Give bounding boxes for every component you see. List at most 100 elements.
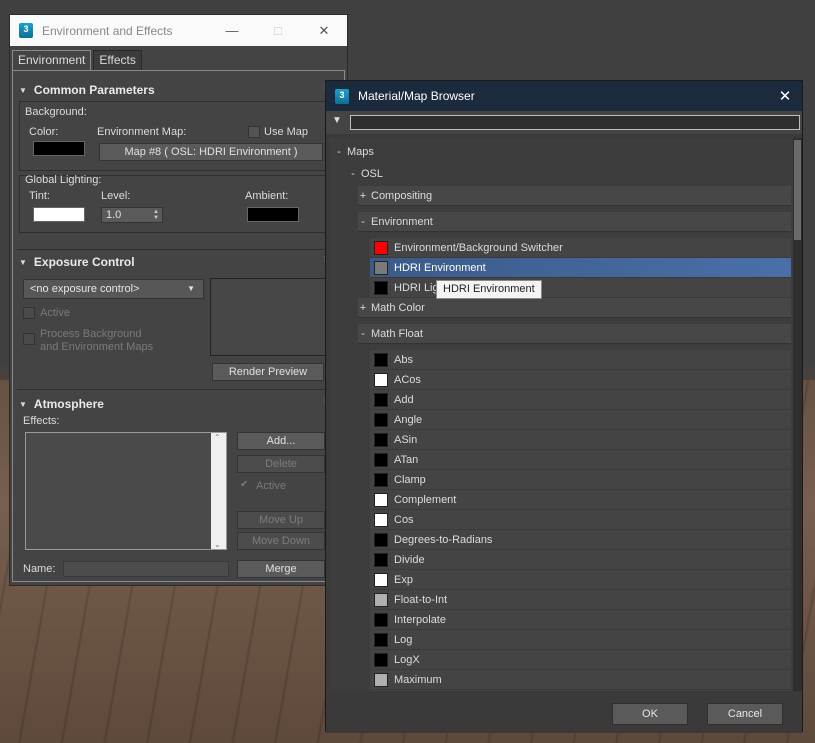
browser-scrollbar[interactable] — [793, 138, 802, 691]
level-spinner[interactable]: 1.0 ▲ ▼ — [101, 207, 163, 223]
map-list-item[interactable]: Exp — [370, 570, 791, 590]
map-thumbnail-icon — [374, 593, 388, 607]
effects-scrollbar[interactable]: ⌃ ⌄ — [211, 433, 226, 549]
map-thumbnail-icon — [374, 261, 388, 275]
environment-map-button[interactable]: Map #8 ( OSL: HDRI Environment ) — [99, 143, 323, 161]
env-window-title: Environment and Effects — [42, 23, 173, 38]
map-item-label: Exp — [394, 574, 413, 586]
cancel-button[interactable]: Cancel — [707, 703, 783, 725]
map-item-label: LogX — [394, 654, 420, 666]
process-background-checkbox[interactable] — [23, 333, 35, 345]
browser-title-bar[interactable]: 3 Material/Map Browser ✕ — [326, 81, 802, 111]
process-environment-label: and Environment Maps — [40, 341, 154, 353]
map-list-item[interactable]: Angle — [370, 410, 791, 430]
collapse-icon[interactable]: - — [348, 164, 358, 184]
tab-effects[interactable]: Effects — [93, 50, 142, 70]
map-item-label: Environment/Background Switcher — [394, 242, 563, 254]
map-list-item[interactable]: Abs — [370, 350, 791, 370]
collapse-triangle-icon: ▼ — [19, 85, 27, 95]
move-down-button[interactable]: Move Down — [237, 532, 325, 550]
chevron-down-icon: ▼ — [187, 284, 195, 293]
map-item-label: Interpolate — [394, 614, 446, 626]
collapse-icon[interactable]: - — [334, 142, 344, 162]
minimize-button[interactable]: — — [209, 15, 255, 46]
tree-category-math-float[interactable]: - Math Float — [358, 324, 791, 344]
close-button[interactable]: ✕ — [301, 15, 347, 46]
tree-category-maps[interactable]: - Maps — [334, 142, 791, 162]
map-item-label: ASin — [394, 434, 418, 446]
exposure-control-dropdown[interactable]: <no exposure control> ▼ — [23, 279, 204, 299]
map-list-item[interactable]: Complement — [370, 490, 791, 510]
map-item-label: Log — [394, 634, 413, 646]
tab-environment[interactable]: Environment — [12, 50, 92, 70]
process-background-label: Process Background — [40, 328, 142, 340]
expand-icon[interactable]: + — [358, 298, 368, 318]
map-list-item[interactable]: Degrees-to-Radians — [370, 530, 791, 550]
tooltip: HDRI Environment — [436, 280, 542, 299]
browser-scroll-thumb[interactable] — [794, 140, 801, 240]
max-app-icon: 3 — [19, 23, 33, 38]
close-icon[interactable]: ✕ — [768, 87, 802, 105]
tree-category-math-color[interactable]: + Math Color — [358, 298, 791, 318]
merge-button[interactable]: Merge — [237, 560, 325, 578]
map-list-item[interactable]: Add — [370, 390, 791, 410]
ok-button[interactable]: OK — [612, 703, 688, 725]
expand-icon[interactable]: + — [358, 186, 368, 206]
scroll-down-icon[interactable]: ⌄ — [214, 540, 221, 549]
map-list-item[interactable]: HDRI Lights — [370, 278, 791, 298]
background-color-swatch[interactable] — [33, 141, 85, 156]
add-effect-button[interactable]: Add... — [237, 432, 325, 450]
exposure-dropdown-value: <no exposure control> — [30, 283, 140, 295]
map-list-item[interactable]: Environment/Background Switcher — [370, 238, 791, 258]
map-thumbnail-icon — [374, 413, 388, 427]
common-parameters-rollout-header[interactable]: ▼ Common Parameters — [19, 80, 339, 100]
rollout-separator — [17, 389, 341, 390]
tree-category-compositing[interactable]: + Compositing — [358, 186, 791, 206]
browser-search-input[interactable] — [350, 115, 800, 130]
map-list-item[interactable]: Log — [370, 630, 791, 650]
map-list-item[interactable]: Divide — [370, 550, 791, 570]
env-title-bar[interactable]: 3 Environment and Effects — □ ✕ — [10, 15, 347, 46]
tree-category-osl[interactable]: - OSL — [348, 164, 791, 184]
map-item-label: Cos — [394, 514, 414, 526]
move-up-button[interactable]: Move Up — [237, 511, 325, 529]
map-list-item[interactable]: Float-to-Int — [370, 590, 791, 610]
delete-effect-button[interactable]: Delete — [237, 455, 325, 473]
map-list-item[interactable]: Clamp — [370, 470, 791, 490]
exposure-active-checkbox[interactable] — [23, 307, 35, 319]
map-thumbnail-icon — [374, 613, 388, 627]
map-thumbnail-icon — [374, 353, 388, 367]
map-list-item[interactable]: Maximum — [370, 670, 791, 690]
map-thumbnail-icon — [374, 493, 388, 507]
map-list-item[interactable]: LogX — [370, 650, 791, 670]
browser-tree: - Maps - OSL + Compositing - Environment Environ… — [329, 138, 793, 691]
spinner-arrows-icon[interactable]: ▲ ▼ — [153, 209, 159, 221]
atmosphere-rollout-header[interactable]: ▼ Atmosphere — [19, 394, 339, 414]
map-item-label: Float-to-Int — [394, 594, 448, 606]
max-app-icon: 3 — [335, 88, 349, 104]
map-list-item[interactable]: Cos — [370, 510, 791, 530]
effect-name-input[interactable] — [63, 561, 229, 577]
map-list-item[interactable]: HDRI Environment — [370, 258, 791, 278]
atmosphere-active-label[interactable]: Active — [256, 480, 286, 492]
tree-category-label: Maps — [347, 146, 374, 158]
map-list-item[interactable]: ATan — [370, 450, 791, 470]
render-preview-button[interactable]: Render Preview — [212, 363, 324, 381]
use-map-checkbox[interactable] — [248, 126, 260, 138]
tree-category-environment[interactable]: - Environment — [358, 212, 791, 232]
browser-options-triangle-icon[interactable]: ▼ — [332, 115, 342, 126]
map-list-item[interactable]: ACos — [370, 370, 791, 390]
scroll-up-icon[interactable]: ⌃ — [214, 433, 221, 442]
collapse-icon[interactable]: - — [358, 324, 368, 344]
effects-listbox[interactable]: ⌃ ⌄ — [25, 432, 227, 550]
exposure-control-rollout-header[interactable]: ▼ Exposure Control — [19, 252, 339, 272]
collapse-icon[interactable]: - — [358, 212, 368, 232]
map-list-item[interactable]: Interpolate — [370, 610, 791, 630]
tint-color-swatch[interactable] — [33, 207, 85, 222]
ambient-color-swatch[interactable] — [247, 207, 299, 222]
map-list-item[interactable]: Minimum — [370, 690, 791, 691]
map-item-label: Add — [394, 394, 414, 406]
map-thumbnail-icon — [374, 453, 388, 467]
exposure-control-title: Exposure Control — [33, 255, 135, 269]
map-list-item[interactable]: ASin — [370, 430, 791, 450]
